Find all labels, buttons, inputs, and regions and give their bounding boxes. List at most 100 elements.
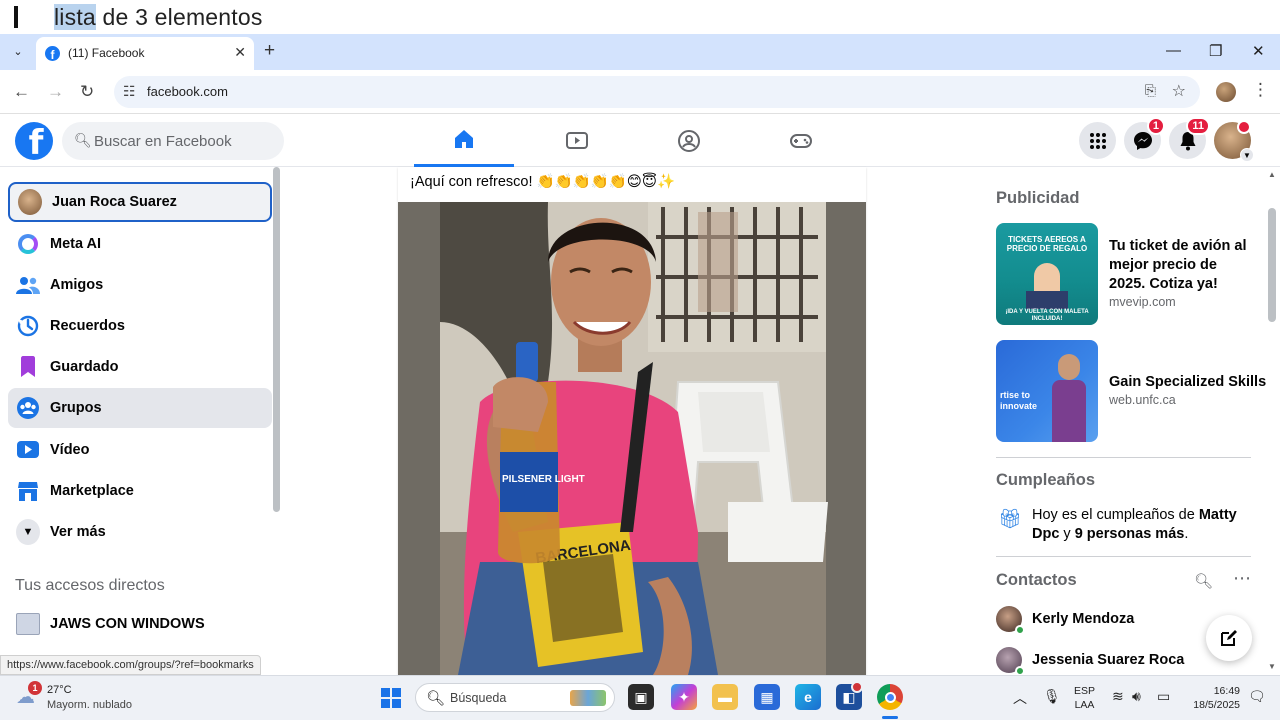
minimize-button[interactable]: — [1166,42,1181,59]
bookmark-star-icon[interactable]: ☆ [1172,81,1186,101]
edge-icon[interactable]: e [795,684,821,710]
home-tab[interactable] [414,114,514,167]
sidebar-item-see-more[interactable]: ▼ Ver más [8,512,272,552]
reload-button[interactable]: ↻ [80,82,94,102]
input-language[interactable]: ESP LAA [1074,684,1095,712]
new-tab-button[interactable]: + [264,40,275,62]
close-tab-icon[interactable]: ✕ [234,44,246,61]
browser-menu-icon[interactable]: ⋮ [1252,80,1269,100]
ad-item[interactable]: TICKETS AEREOS A PRECIO DE REGALO ¡IDA Y… [996,223,1256,327]
forward-button[interactable]: → [47,82,64,102]
close-window-button[interactable]: ✕ [1252,42,1265,60]
ad-thumb-shirt [1026,291,1068,309]
menu-grid-button[interactable] [1079,122,1116,159]
sidebar-item-label: Ver más [50,524,106,540]
taskbar-search[interactable]: 🔍︎ Búsqueda [415,683,615,712]
account-status-dot [1237,120,1251,134]
file-explorer-icon[interactable]: ▬ [712,684,738,710]
birthday-text[interactable]: Hoy es el cumpleaños de Matty Dpc y 9 pe… [1032,506,1257,544]
contact-item[interactable]: Jessenia Suarez Roca [996,647,1196,676]
sidebar-item-meta-ai[interactable]: Meta AI [8,224,272,264]
groups-icon [16,396,40,420]
tab-facebook[interactable]: f (11) Facebook ✕ [36,37,254,70]
site-info-icon[interactable]: ☷ [123,83,136,100]
sidebar-item-saved[interactable]: Guardado [8,347,272,387]
post-photo[interactable]: BARCELONA PILSENER LIGHT [398,202,866,675]
windows-logo-tile [381,699,390,708]
wifi-icon[interactable]: ≋ [1112,688,1124,705]
ads-heading: Publicidad [996,189,1080,207]
install-app-icon[interactable]: ⎘ [1145,82,1156,99]
weather-description[interactable]: Mayorm. nublado [47,699,132,711]
gamepad-icon [790,133,812,148]
sidebar-item-marketplace[interactable]: Marketplace [8,471,272,511]
ad-title[interactable]: Tu ticket de avión al mejor precio de 20… [1109,237,1254,294]
account-avatar[interactable]: ▼ [1214,120,1254,162]
shortcut-item[interactable]: JAWS CON WINDOWS [8,604,272,644]
ad-item[interactable]: rtise to innovate Gain Specialized Skill… [996,340,1266,442]
contact-name: Kerly Mendoza [1032,611,1135,627]
chevron-up-icon[interactable]: ︿ [1013,688,1027,708]
messenger-button[interactable]: 1 [1124,117,1165,159]
task-view-icon[interactable]: ▣ [628,684,654,710]
sidebar-item-label: Marketplace [50,483,134,499]
tab-search-button[interactable]: ⌄ [6,39,30,63]
address-url[interactable]: facebook.com [147,84,228,99]
keyboard-layout: LAA [1074,699,1095,711]
start-button[interactable] [381,688,401,708]
post-photo-image: BARCELONA PILSENER LIGHT [398,202,866,675]
volume-icon[interactable]: 🔊︎ [1132,688,1141,705]
video-tab[interactable] [527,114,627,167]
sidebar-item-groups[interactable]: Grupos [8,388,272,428]
ad-domain: web.unfc.ca [1109,393,1176,407]
ad-thumb-person [1058,354,1080,380]
status-bar-url: https://www.facebook.com/groups/?ref=boo… [0,655,261,675]
address-bar[interactable]: ☷ facebook.com ⎘ ☆ [114,76,1200,108]
sidebar-item-label: Grupos [50,400,102,416]
browser-profile-avatar[interactable] [1216,82,1236,102]
chrome-icon[interactable] [877,684,903,710]
search-icon: 🔍︎ [426,690,446,707]
sidebar-item-memories[interactable]: Recuerdos [8,306,272,346]
memories-icon [16,314,40,338]
language-code: ESP [1074,685,1096,697]
weather-temperature[interactable]: 27°C [47,684,72,696]
restore-button[interactable]: ❐ [1209,42,1222,60]
search-icon: 🔍︎ [74,132,92,148]
time: 16:49 [1213,685,1240,697]
gaming-tab[interactable] [751,114,851,167]
sidebar-item-profile[interactable]: Juan Roca Suarez [8,182,272,222]
sidebar-item-friends[interactable]: Amigos [8,265,272,305]
battery-icon[interactable]: ▭ [1157,688,1170,705]
left-scrollbar[interactable] [273,167,280,512]
copilot-icon[interactable]: ✦ [671,684,697,710]
sidebar-item-label: Vídeo [50,442,90,458]
back-button[interactable]: ← [13,82,30,102]
facebook-search-input[interactable]: 🔍︎ Buscar en Facebook [62,122,284,160]
notifications-button[interactable]: 11 [1169,117,1210,159]
scroll-down-arrow[interactable]: ▼ [1268,662,1276,671]
compose-icon [1221,630,1237,646]
notification-center-icon[interactable]: 🗨︎ [1248,688,1266,705]
ad-title[interactable]: Gain Specialized Skills [1109,373,1266,392]
clock[interactable]: 16:49 18/5/2025 [1186,684,1240,712]
new-message-button[interactable] [1206,615,1252,661]
shortcuts-heading: Tus accesos directos [15,577,165,594]
sidebar-item-video[interactable]: Vídeo [8,430,272,470]
microphone-icon[interactable]: 🎙︎ [1043,688,1061,705]
chevron-down-icon: ▼ [1240,148,1254,162]
facebook-logo[interactable]: f [15,122,53,160]
microsoft-store-icon[interactable]: ▦ [754,684,780,710]
date: 18/5/2025 [1193,699,1240,711]
contacts-more-icon[interactable]: ⋯ [1233,568,1251,589]
groups-tab[interactable] [639,114,739,167]
contacts-heading: Contactos [996,571,1077,589]
app-notification-badge [851,681,863,693]
birthday-others: 9 personas más [1074,526,1185,542]
contacts-search-icon[interactable]: 🔍︎ [1194,572,1213,590]
video-icon [566,131,588,149]
scroll-up-arrow[interactable]: ▲ [1268,170,1276,179]
right-scrollbar[interactable] [1268,208,1276,322]
contact-item[interactable]: Kerly Mendoza [996,606,1196,635]
text-caret [14,6,18,28]
